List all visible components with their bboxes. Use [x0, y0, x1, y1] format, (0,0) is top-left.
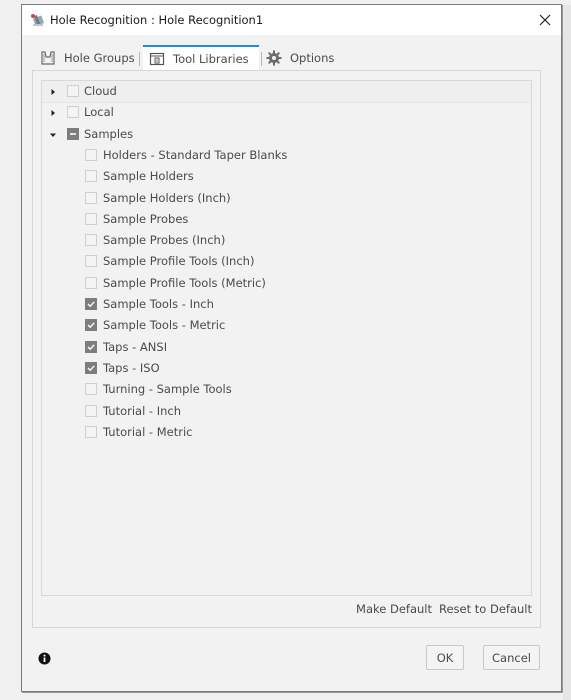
tree-checkbox[interactable]	[67, 127, 79, 140]
library-checkbox[interactable]	[85, 404, 97, 417]
window-shadow	[563, 5, 571, 700]
library-row[interactable]: Tutorial - Metric	[42, 422, 531, 443]
hole-groups-icon	[41, 51, 55, 65]
cancel-button[interactable]: Cancel	[483, 645, 540, 670]
library-label: Turning - Sample Tools	[103, 382, 232, 397]
info-icon[interactable]	[38, 652, 51, 665]
make-default-link[interactable]: Make Default	[356, 602, 432, 616]
library-label: Holders - Standard Taper Blanks	[103, 147, 288, 162]
library-row[interactable]: Sample Profile Tools (Inch)	[42, 251, 531, 272]
tab-options-label: Options	[290, 51, 335, 65]
library-checkbox[interactable]	[85, 276, 97, 289]
close-icon[interactable]	[535, 10, 555, 30]
collapse-arrow-icon[interactable]	[49, 88, 57, 96]
library-checkbox[interactable]	[85, 191, 97, 204]
library-label: Sample Probes (Inch)	[103, 233, 226, 248]
library-row[interactable]: Sample Profile Tools (Metric)	[42, 273, 531, 294]
tab-hole-groups[interactable]: Hole Groups	[40, 45, 135, 71]
tab-divider	[261, 52, 262, 66]
library-label: Sample Profile Tools (Metric)	[103, 275, 266, 290]
tab-bar: Hole Groups Tool Libraries Options	[32, 45, 551, 71]
library-label: Sample Probes	[103, 211, 189, 226]
library-checkbox[interactable]	[85, 148, 97, 161]
tab-divider	[139, 52, 140, 66]
library-label: Tutorial - Inch	[103, 403, 182, 418]
tree-checkbox[interactable]	[67, 106, 79, 119]
tab-tool-libraries-label: Tool Libraries	[173, 52, 249, 66]
default-links: Make Default Reset to Default	[356, 602, 532, 616]
hole-recognition-app-icon	[31, 14, 45, 27]
library-checkbox[interactable]	[85, 212, 97, 225]
library-label: Tutorial - Metric	[103, 424, 193, 439]
tab-options[interactable]: Options	[266, 45, 334, 71]
library-checkbox[interactable]	[85, 319, 97, 332]
library-checkbox[interactable]	[85, 170, 97, 183]
library-label: Sample Holders	[103, 169, 194, 184]
library-label: Taps - ISO	[103, 360, 160, 375]
library-checkbox[interactable]	[85, 361, 97, 374]
library-checkbox[interactable]	[85, 255, 97, 268]
library-checkbox[interactable]	[85, 234, 97, 247]
hole-recognition-dialog: Hole Recognition : Hole Recognition1 Hol…	[21, 4, 562, 692]
reset-to-default-link[interactable]: Reset to Default	[439, 602, 532, 616]
tree-label: Samples	[84, 126, 134, 141]
ok-button[interactable]: OK	[426, 645, 464, 670]
library-label: Sample Tools - Inch	[103, 297, 214, 311]
library-row[interactable]: Sample Probes (Inch)	[42, 230, 531, 251]
library-label: Sample Holders (Inch)	[103, 190, 231, 205]
tree-checkbox[interactable]	[67, 85, 79, 97]
tree-root-row[interactable]: Samples	[42, 124, 531, 145]
library-label: Sample Profile Tools (Inch)	[103, 254, 255, 269]
collapse-arrow-icon[interactable]	[49, 109, 57, 117]
library-row[interactable]: Sample Probes	[42, 209, 531, 230]
tree-root-row[interactable]: Cloud	[42, 81, 531, 103]
library-row[interactable]: Sample Holders (Inch)	[42, 188, 531, 209]
library-row[interactable]: Sample Tools - Metric	[42, 315, 531, 336]
library-row[interactable]: Taps - ISO	[42, 358, 531, 379]
tab-hole-groups-label: Hole Groups	[64, 51, 135, 65]
library-checkbox[interactable]	[85, 298, 97, 310]
tree-label: Local	[84, 105, 114, 120]
window-title: Hole Recognition : Hole Recognition1	[50, 13, 264, 27]
tree-root-row[interactable]: Local	[42, 102, 531, 123]
tool-libraries-panel: Cloud Local Samples Holders - Standard Tape…	[32, 70, 541, 628]
library-label: Taps - ANSI	[103, 339, 168, 354]
library-checkbox[interactable]	[85, 340, 97, 353]
tree-label: Cloud	[84, 84, 117, 98]
gear-icon	[266, 50, 282, 66]
tab-tool-libraries[interactable]: Tool Libraries	[143, 45, 259, 71]
tool-library-icon	[149, 52, 165, 66]
library-row[interactable]: Tutorial - Inch	[42, 401, 531, 422]
title-bar: Hole Recognition : Hole Recognition1	[22, 5, 561, 35]
library-row[interactable]: Sample Tools - Inch	[42, 294, 531, 315]
library-tree[interactable]: Cloud Local Samples Holders - Standard Tape…	[41, 80, 532, 596]
library-row[interactable]: Taps - ANSI	[42, 337, 531, 358]
library-row[interactable]: Holders - Standard Taper Blanks	[42, 145, 531, 166]
library-checkbox[interactable]	[85, 425, 97, 438]
library-row[interactable]: Turning - Sample Tools	[42, 379, 531, 400]
library-checkbox[interactable]	[85, 383, 97, 396]
library-label: Sample Tools - Metric	[103, 318, 226, 333]
expand-arrow-icon[interactable]	[49, 131, 57, 139]
library-row[interactable]: Sample Holders	[42, 166, 531, 187]
